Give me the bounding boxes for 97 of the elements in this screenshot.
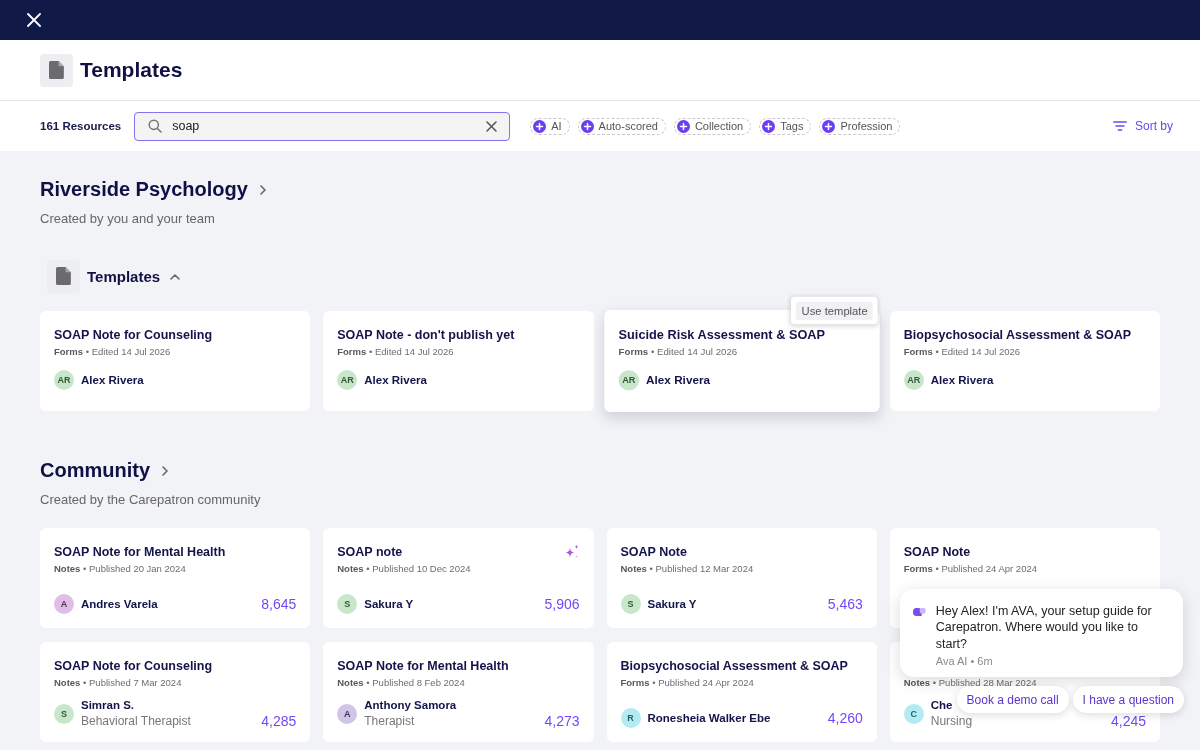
use-count: 4,285 bbox=[261, 714, 297, 728]
author-role: Behavioral Therapist bbox=[81, 714, 191, 728]
plus-icon bbox=[822, 119, 836, 133]
card-title: SOAP Note for Mental Health bbox=[54, 544, 226, 560]
filter-chip[interactable]: Tags bbox=[759, 117, 812, 135]
chevron-right-icon bbox=[161, 465, 169, 476]
card-title: SOAP Note for Mental Health bbox=[337, 658, 509, 674]
card-title: SOAP Note for Counseling bbox=[54, 327, 213, 343]
close-icon bbox=[27, 13, 41, 27]
use-template-button[interactable]: Use template bbox=[796, 301, 873, 321]
template-card[interactable]: SOAP Note Notes • Published 12 Mar 2024 S Sakura Y 5,463 bbox=[606, 528, 877, 628]
avatar: AR bbox=[54, 370, 74, 390]
avatar: AR bbox=[618, 370, 639, 391]
author-name: Sakura Y bbox=[647, 598, 697, 610]
search-icon bbox=[148, 118, 163, 133]
use-count: 4,273 bbox=[544, 714, 580, 728]
resource-count: 161 Resources bbox=[40, 120, 122, 132]
filter-chip[interactable]: Auto-scored bbox=[577, 117, 666, 135]
author-name: Alex Rivera bbox=[645, 374, 710, 387]
card-meta: Forms • Edited 14 Jul 2026 bbox=[337, 346, 454, 357]
document-icon bbox=[47, 260, 80, 293]
close-button[interactable] bbox=[27, 13, 41, 27]
section-subtitle: Created by you and your team bbox=[40, 211, 215, 226]
template-card[interactable]: SOAP Note for Counseling Forms • Edited 14 Jul 2026 AR Alex Rivera bbox=[40, 311, 311, 411]
page-title: Templates bbox=[80, 58, 183, 82]
chevron-right-icon bbox=[258, 184, 267, 195]
avatar: A bbox=[54, 594, 74, 614]
author-name: Anthony Samora bbox=[364, 699, 457, 711]
author-name: Alex Rivera bbox=[81, 374, 144, 386]
template-card[interactable]: SOAP Note - don't publish yet Forms • Edited 14 Jul 2026 AR Alex Rivera bbox=[323, 311, 594, 411]
clear-search-button[interactable] bbox=[486, 120, 498, 132]
group-toggle[interactable]: Templates bbox=[87, 268, 181, 285]
chat-action-button[interactable]: I have a question bbox=[1072, 686, 1184, 713]
card-title: Biopsychosocial Assessment & SOAP bbox=[620, 658, 848, 674]
card-title: Suicide Risk Assessment & SOAP bbox=[618, 326, 825, 343]
use-count: 4,245 bbox=[1110, 714, 1146, 728]
use-count: 5,463 bbox=[827, 597, 863, 611]
author-name: Sakura Y bbox=[364, 598, 414, 610]
card-meta: Notes • Published 10 Dec 2024 bbox=[337, 563, 471, 574]
avatar: S bbox=[54, 703, 74, 724]
filter-chip[interactable]: Collection bbox=[673, 117, 752, 135]
card-title: SOAP note bbox=[337, 544, 403, 560]
use-count: 4,260 bbox=[827, 711, 863, 725]
card-meta: Forms • Edited 14 Jul 2026 bbox=[54, 346, 171, 357]
card-meta: Notes • Published 12 Mar 2024 bbox=[620, 563, 754, 574]
close-icon bbox=[486, 120, 498, 132]
document-icon bbox=[40, 53, 73, 87]
template-card[interactable]: Biopsychosocial Assessment & SOAP Forms • Edited 14 Jul 2026 AR Alex Rivera bbox=[889, 311, 1160, 411]
filter-lines-icon bbox=[1113, 121, 1127, 131]
avatar: A bbox=[337, 703, 358, 724]
avatar: S bbox=[337, 594, 358, 614]
avatar: C bbox=[903, 703, 924, 724]
author-role: Therapist bbox=[364, 714, 416, 728]
author-name: Alex Rivera bbox=[930, 374, 994, 386]
section-title-link[interactable]: Riverside Psychology bbox=[40, 178, 267, 201]
card-meta: Notes • Published 8 Feb 2024 bbox=[337, 677, 465, 688]
card-title: SOAP Note - don't publish yet bbox=[337, 327, 515, 343]
plus-icon bbox=[762, 119, 776, 133]
plus-icon bbox=[676, 119, 690, 133]
card-meta: Forms • Edited 14 Jul 2026 bbox=[903, 346, 1021, 357]
author-name: Che bbox=[930, 699, 954, 711]
template-card[interactable]: SOAP Note for Counseling Notes • Published 7 Mar 2024 S Simran S. Behavioral Therapist 4,285 bbox=[40, 642, 311, 742]
avatar: R bbox=[620, 708, 641, 728]
section-title-link[interactable]: Community bbox=[40, 459, 169, 482]
plus-icon bbox=[580, 119, 594, 133]
card-meta: Forms • Edited 14 Jul 2026 bbox=[618, 345, 737, 357]
card-title: SOAP Note bbox=[903, 544, 971, 560]
card-title: SOAP Note for Counseling bbox=[54, 658, 213, 674]
card-title: SOAP Note bbox=[620, 544, 687, 560]
avatar: AR bbox=[337, 370, 358, 390]
chat-action-button[interactable]: Book a demo call bbox=[956, 686, 1069, 713]
author-name: Alex Rivera bbox=[364, 374, 427, 386]
template-card[interactable]: SOAP Note for Mental Health Notes • Published 8 Feb 2024 A Anthony Samora Therapist 4,273 bbox=[323, 642, 594, 742]
card-meta: Notes • Published 28 Mar 2024 bbox=[903, 677, 1037, 688]
card-meta: Forms • Published 24 Apr 2024 bbox=[620, 677, 754, 688]
chat-meta: Ava AI • 6m bbox=[935, 655, 993, 667]
template-card[interactable]: SOAP Note for Mental Health Notes • Published 20 Jan 2024 A Andres Varela 8,645 bbox=[40, 528, 311, 628]
card-meta: Forms • Published 24 Apr 2024 bbox=[903, 563, 1037, 574]
template-card[interactable]: Biopsychosocial Assessment & SOAP Forms • Published 24 Apr 2024 R Ronesheia Walker Ebe 4,260 bbox=[606, 642, 877, 742]
card-meta: Notes • Published 7 Mar 2024 bbox=[54, 677, 182, 688]
card-meta: Notes • Published 20 Jan 2024 bbox=[54, 563, 186, 574]
search-field[interactable]: soap bbox=[134, 111, 511, 141]
use-count: 5,906 bbox=[544, 597, 580, 611]
author-name: Ronesheia Walker Ebe bbox=[647, 712, 771, 724]
template-card[interactable]: SOAP note Notes • Published 10 Dec 2024 S Sakura Y 5,906 bbox=[323, 528, 594, 628]
section-subtitle: Created by the Carepatron community bbox=[40, 492, 261, 507]
filter-chip[interactable]: Profession bbox=[819, 117, 901, 135]
use-count: 8,645 bbox=[261, 597, 297, 611]
filter-chip[interactable]: AI bbox=[530, 117, 570, 135]
avatar: S bbox=[620, 594, 641, 614]
card-title: Biopsychosocial Assessment & SOAP bbox=[903, 327, 1132, 343]
author-role: Nursing bbox=[930, 714, 973, 728]
author-name: Simran S. bbox=[81, 699, 136, 711]
plus-icon bbox=[533, 119, 547, 133]
author-name: Andres Varela bbox=[81, 598, 158, 610]
avatar: AR bbox=[903, 370, 924, 390]
sort-button[interactable]: Sort by bbox=[1113, 119, 1173, 133]
